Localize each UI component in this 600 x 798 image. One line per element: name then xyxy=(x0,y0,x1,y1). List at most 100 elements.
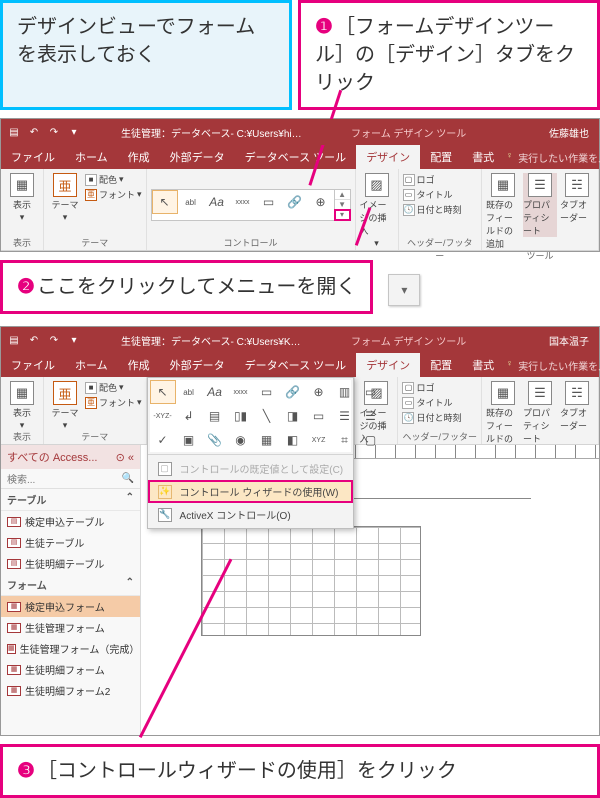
nav-item-form[interactable]: ▦生徒明細フォーム2 xyxy=(1,680,140,701)
title-button[interactable]: ▭タイトル xyxy=(402,396,461,409)
chevron-down-icon[interactable]: ⊙ « xyxy=(116,451,134,464)
property-sheet-button[interactable]: ☰プロパティシート xyxy=(523,381,557,445)
tab-create[interactable]: 作成 xyxy=(118,353,160,377)
controls-grid[interactable]: ↖ abl Aa xxxx ▭ 🔗 ⊕ ▥ ▭ -XYZ- ↲ ▤ ▯▮ ╲ ◨… xyxy=(150,380,352,452)
combo-icon[interactable]: ▭ xyxy=(358,380,384,404)
colors-button[interactable]: ■配色 ▾ xyxy=(85,381,142,394)
tab-design[interactable]: デザイン xyxy=(356,353,420,377)
tab-control-icon[interactable]: ▭ xyxy=(254,380,280,404)
toggle-icon[interactable]: ◨ xyxy=(280,404,306,428)
chart-icon[interactable]: ▯▮ xyxy=(228,404,254,428)
tab-design[interactable]: デザイン xyxy=(356,145,420,169)
redo-icon[interactable]: ↷ xyxy=(47,333,61,347)
label-icon[interactable]: Aa xyxy=(202,380,228,404)
pagebreak-icon[interactable]: ↲ xyxy=(176,404,202,428)
bound-icon[interactable]: ◧ xyxy=(280,428,306,452)
list-icon[interactable]: ▤ xyxy=(202,404,228,428)
gallery-down-icon[interactable]: ▼ xyxy=(335,200,350,210)
tab-format[interactable]: 書式 xyxy=(462,353,504,377)
nav-header[interactable]: すべての Access...⊙ « xyxy=(1,445,140,469)
subform-icon[interactable]: ▦ xyxy=(254,428,280,452)
unbound-icon[interactable]: ☰ xyxy=(358,404,384,428)
select-tool-icon[interactable]: ↖ xyxy=(152,190,178,214)
nav-item-form[interactable]: ▦生徒管理フォーム xyxy=(1,617,140,638)
tab-create[interactable]: 作成 xyxy=(118,145,160,169)
gallery-up-icon[interactable]: ▲ xyxy=(335,190,350,200)
tab-control-icon[interactable]: ▭ xyxy=(256,190,282,214)
tab-file[interactable]: ファイル xyxy=(1,353,65,377)
logo-button[interactable]: ▢ロゴ xyxy=(403,173,462,186)
extra-icon[interactable]: ▢ xyxy=(358,428,384,452)
textbox-icon[interactable]: abl xyxy=(176,380,202,404)
datetime-button[interactable]: 🕓日付と時刻 xyxy=(403,203,462,216)
tab-arrange[interactable]: 配置 xyxy=(420,353,462,377)
redo-icon[interactable]: ↷ xyxy=(47,125,61,139)
web-icon[interactable]: ⊕ xyxy=(306,380,332,404)
link-icon[interactable]: 🔗 xyxy=(280,380,306,404)
tab-home[interactable]: ホーム xyxy=(65,145,118,169)
save-icon[interactable]: ▤ xyxy=(7,125,21,139)
frame-icon[interactable]: ▣ xyxy=(176,428,202,452)
tab-external-data[interactable]: 外部データ xyxy=(160,353,235,377)
undo-icon[interactable]: ↶ xyxy=(27,333,41,347)
nav-item-table[interactable]: ▤生徒明細テーブル xyxy=(1,553,140,574)
tab-home[interactable]: ホーム xyxy=(65,353,118,377)
tab-file[interactable]: ファイル xyxy=(1,145,65,169)
attachment-icon[interactable]: 📎 xyxy=(202,428,228,452)
textbox-icon[interactable]: abl xyxy=(178,190,204,214)
nav-section-tables[interactable]: テーブル⌃ xyxy=(1,489,140,511)
tell-me-box[interactable]: 実行したい作業を入力してください xyxy=(504,146,600,169)
select-tool-icon[interactable]: ↖ xyxy=(150,380,176,404)
nav-section-forms[interactable]: フォーム⌃ xyxy=(1,574,140,596)
view-button[interactable]: ▦表示▾ xyxy=(5,173,39,223)
line-icon[interactable]: ╲ xyxy=(254,404,280,428)
logo-button[interactable]: ▢ロゴ xyxy=(402,381,461,394)
property-sheet-button[interactable]: ☰プロパティシート xyxy=(523,173,557,237)
rect-icon[interactable]: ▭ xyxy=(306,404,332,428)
tab-database-tools[interactable]: データベース ツール xyxy=(235,353,357,377)
tab-format[interactable]: 書式 xyxy=(462,145,504,169)
add-fields-button[interactable]: ▦既存のフィールドの追加 xyxy=(486,173,520,250)
tab-database-tools[interactable]: データベース ツール xyxy=(235,145,357,169)
web-icon[interactable]: ⊕ xyxy=(308,190,334,214)
option-group-icon[interactable]: -XYZ- xyxy=(150,404,176,428)
nav-item-table[interactable]: ▤検定申込テーブル xyxy=(1,511,140,532)
navigation-pane[interactable]: すべての Access...⊙ « 検索...🔍 テーブル⌃ ▤検定申込テーブル… xyxy=(1,445,141,735)
colors-button[interactable]: ■配色 ▾ xyxy=(85,173,142,186)
themes-button[interactable]: 亜テーマ▾ xyxy=(48,173,82,223)
use-control-wizards-item[interactable]: ✨コントロール ウィザードの使用(W) xyxy=(148,480,354,503)
tell-me-box[interactable]: 実行したい作業を入力してください xyxy=(504,354,600,377)
gallery-more-standalone[interactable]: ▾ xyxy=(388,274,420,306)
tab-external-data[interactable]: 外部データ xyxy=(160,145,235,169)
nav-search[interactable]: 検索...🔍 xyxy=(1,469,140,489)
qat-more-icon[interactable]: ▾ xyxy=(67,125,81,139)
tab-arrange[interactable]: 配置 xyxy=(420,145,462,169)
undo-icon[interactable]: ↶ xyxy=(27,125,41,139)
nav-item-form[interactable]: ▦生徒明細フォーム xyxy=(1,659,140,680)
nav-item-form[interactable]: ▦生徒管理フォーム（完成） xyxy=(1,638,140,659)
gallery-more-icon[interactable]: ▾ xyxy=(335,210,350,220)
datetime-button[interactable]: 🕓日付と時刻 xyxy=(402,411,461,424)
gallery-scroll[interactable]: ▲ ▼ ▾ xyxy=(334,190,350,220)
tab-order-button[interactable]: ☵タブオーダー xyxy=(560,381,594,432)
listbox-icon[interactable]: ☰ xyxy=(332,404,358,428)
label-icon[interactable]: Aa xyxy=(204,190,230,214)
save-icon[interactable]: ▤ xyxy=(7,333,21,347)
nav-item-table[interactable]: ▤生徒テーブル xyxy=(1,532,140,553)
check-icon[interactable]: ✓ xyxy=(150,428,176,452)
insert-image-button[interactable]: ▨イメージの挿入▾ xyxy=(360,173,394,249)
nav-item-form-selected[interactable]: ▦検定申込フォーム xyxy=(1,596,140,617)
qat-more-icon[interactable]: ▾ xyxy=(67,333,81,347)
themes-button[interactable]: 亜テーマ▾ xyxy=(48,381,82,431)
nav-icon[interactable]: ▥ xyxy=(332,380,358,404)
radio-icon[interactable]: ◉ xyxy=(228,428,254,452)
fonts-button[interactable]: 亜フォント ▾ xyxy=(85,396,142,409)
ole-icon[interactable]: ⌗ xyxy=(332,428,358,452)
image-frame-icon[interactable]: XYZ xyxy=(306,428,332,452)
tab-order-button[interactable]: ☵タブオーダー xyxy=(560,173,594,224)
button-icon[interactable]: xxxx xyxy=(228,380,254,404)
fonts-button[interactable]: 亜フォント ▾ xyxy=(85,188,142,201)
title-button[interactable]: ▭タイトル xyxy=(403,188,462,201)
activex-controls-item[interactable]: 🔧ActiveX コントロール(O) xyxy=(148,503,354,526)
button-icon[interactable]: xxxx xyxy=(230,190,256,214)
